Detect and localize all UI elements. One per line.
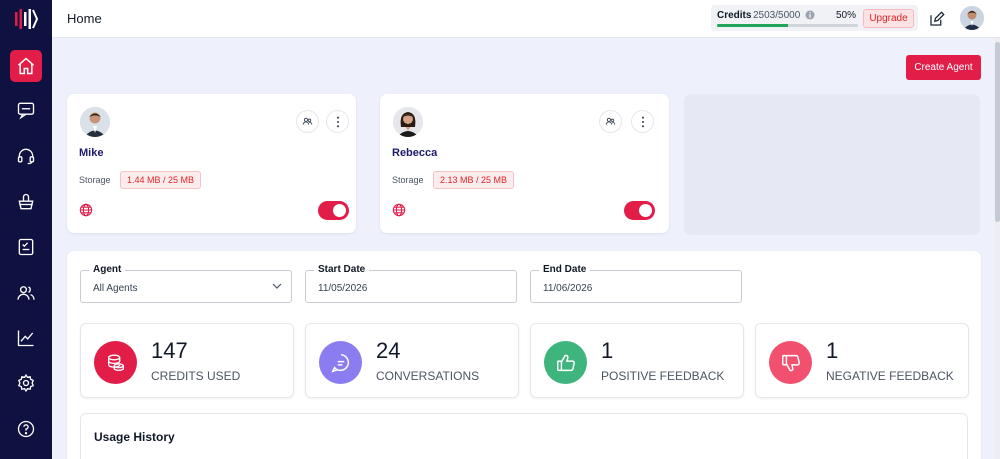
stat-icon-badge <box>544 341 587 384</box>
chevron-down-icon <box>272 283 282 289</box>
agent-menu-button[interactable] <box>631 110 654 133</box>
brand-logo-icon <box>15 9 38 29</box>
sidebar-item-users[interactable] <box>10 277 42 309</box>
credits-percent: 50% <box>836 10 857 21</box>
end-date-label: End Date <box>539 264 591 275</box>
agent-card-placeholder <box>684 94 980 235</box>
end-date-field[interactable]: End Date 11/06/2026 <box>530 264 742 303</box>
sidebar-item-store[interactable] <box>10 186 42 218</box>
sidebar-item-tasks[interactable] <box>10 231 42 263</box>
start-date-label: Start Date <box>314 264 370 275</box>
stat-value: 147 <box>151 338 188 363</box>
stat-value: 1 <box>601 338 614 363</box>
basket-icon <box>18 193 34 210</box>
credits-label: Credits <box>717 10 752 21</box>
thumbs-up-icon <box>556 354 575 371</box>
stat-value: 1 <box>826 338 839 363</box>
sidebar-item-analytics[interactable] <box>10 322 42 354</box>
chat-bubble-icon <box>330 353 349 372</box>
help-icon <box>17 420 35 438</box>
start-date-value: 11/05/2026 <box>318 283 368 294</box>
sidebar-item-home[interactable] <box>10 50 42 82</box>
agent-name[interactable]: Rebecca <box>392 147 437 159</box>
thumbs-down-icon <box>781 354 800 371</box>
people-icon <box>605 117 616 125</box>
top-bar: Home Credits 2503/5000 50% Upgrade <box>52 0 1000 38</box>
globe-icon[interactable] <box>392 203 406 217</box>
stat-card-credits: 147 CREDITS USED <box>80 323 294 398</box>
stat-card-positive-feedback: 1 POSITIVE FEEDBACK <box>530 323 744 398</box>
more-vertical-icon <box>336 116 339 127</box>
usage-history-card: Usage History <box>80 413 968 459</box>
start-date-field[interactable]: Start Date 11/05/2026 <box>305 264 517 303</box>
info-icon[interactable] <box>805 10 815 20</box>
agent-card[interactable]: Mike Storage 1.44 MB / 25 MB <box>67 94 356 233</box>
checklist-icon <box>18 238 34 256</box>
coins-icon <box>107 354 124 371</box>
agent-avatar <box>393 107 423 137</box>
user-avatar-icon <box>960 6 984 30</box>
agent-assign-button[interactable] <box>296 110 319 133</box>
credits-progress-bar <box>717 24 858 27</box>
agent-select-label: Agent <box>89 264 126 275</box>
usage-history-title: Usage History <box>94 430 175 444</box>
agent-menu-button[interactable] <box>326 110 349 133</box>
stat-label: NEGATIVE FEEDBACK <box>826 369 954 383</box>
edit-note-icon[interactable] <box>928 10 946 28</box>
credits-progress-fill <box>717 24 788 27</box>
users-icon <box>17 286 35 300</box>
agent-enabled-toggle[interactable] <box>318 201 349 220</box>
agent-avatar-male-icon <box>80 107 110 137</box>
agent-select[interactable]: Agent All Agents <box>80 264 292 303</box>
sidebar-item-settings[interactable] <box>10 367 42 399</box>
agent-name[interactable]: Mike <box>79 147 103 159</box>
toggle-knob <box>639 204 652 217</box>
scroll-thumb[interactable] <box>995 42 1000 222</box>
agent-enabled-toggle[interactable] <box>624 201 655 220</box>
storage-label: Storage <box>79 175 111 185</box>
chart-icon <box>17 330 34 347</box>
home-icon <box>18 57 34 75</box>
dashboard-panel: Agent All Agents Start Date 11/05/2026 E… <box>67 251 981 459</box>
sidebar-item-chat[interactable] <box>10 94 42 126</box>
user-avatar[interactable] <box>960 6 984 30</box>
stat-label: CONVERSATIONS <box>376 369 480 383</box>
toggle-knob <box>333 204 346 217</box>
agent-avatar-female-icon <box>393 107 423 137</box>
page-title: Home <box>67 11 102 26</box>
stat-value: 24 <box>376 338 401 363</box>
more-vertical-icon <box>641 116 644 127</box>
storage-label: Storage <box>392 175 424 185</box>
stat-card-conversations: 24 CONVERSATIONS <box>305 323 519 398</box>
people-icon <box>302 117 313 125</box>
credits-value: 2503/5000 <box>753 10 801 21</box>
storage-badge: 2.13 MB / 25 MB <box>433 171 515 189</box>
page-scrollbar[interactable] <box>995 38 1000 459</box>
stat-card-negative-feedback: 1 NEGATIVE FEEDBACK <box>755 323 969 398</box>
chat-icon <box>17 102 35 120</box>
sidebar-item-help[interactable] <box>10 413 42 445</box>
end-date-value: 11/06/2026 <box>543 283 593 294</box>
stat-icon-badge <box>319 341 362 384</box>
agent-select-value: All Agents <box>93 283 138 294</box>
headset-icon <box>17 148 35 165</box>
sidebar <box>0 0 52 459</box>
agent-avatar <box>80 107 110 137</box>
create-agent-button[interactable]: Create Agent <box>906 55 981 80</box>
gear-icon <box>17 373 35 393</box>
stat-label: CREDITS USED <box>151 369 241 383</box>
stat-label: POSITIVE FEEDBACK <box>601 369 725 383</box>
globe-icon[interactable] <box>79 203 93 217</box>
agent-card[interactable]: Rebecca Storage 2.13 MB / 25 MB <box>380 94 669 233</box>
sidebar-item-support[interactable] <box>10 140 42 172</box>
upgrade-button[interactable]: Upgrade <box>863 9 914 28</box>
stat-icon-badge <box>94 341 137 384</box>
credits-widget: Credits 2503/5000 50% Upgrade <box>711 5 918 31</box>
storage-badge: 1.44 MB / 25 MB <box>120 171 202 189</box>
agent-assign-button[interactable] <box>599 110 622 133</box>
stat-icon-badge <box>769 341 812 384</box>
